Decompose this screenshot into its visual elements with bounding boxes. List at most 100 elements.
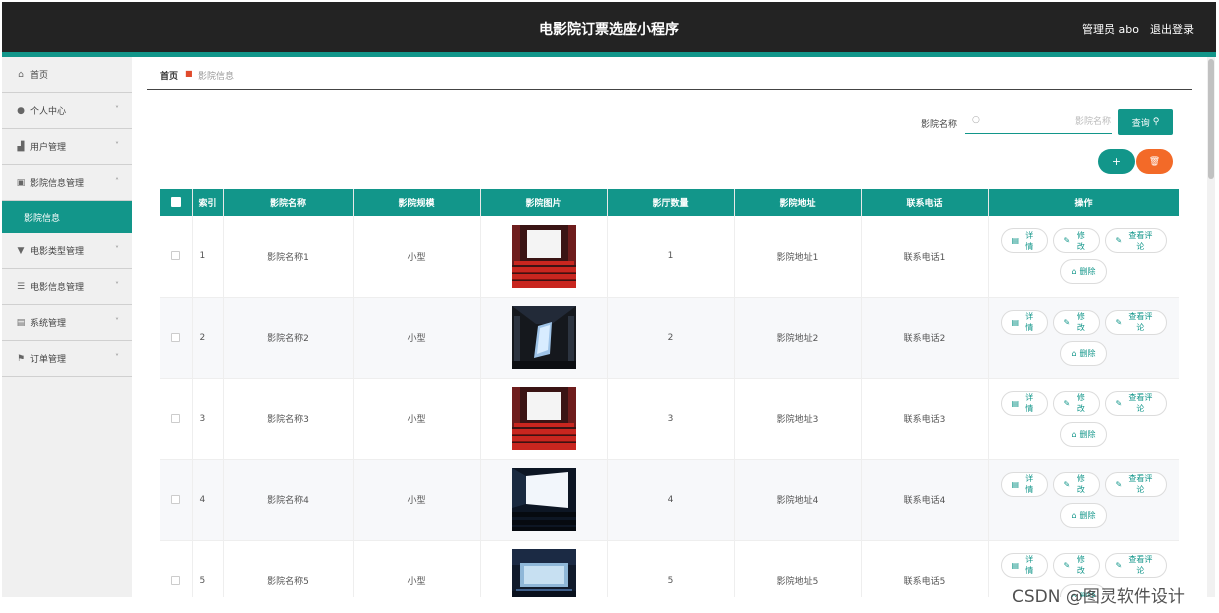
add-button[interactable]: + — [1098, 149, 1135, 174]
cell-name: 影院名称1 — [223, 216, 354, 298]
cinema-thumbnail[interactable] — [511, 224, 576, 288]
sidebar-subitem-cinema-info[interactable]: 影院信息 — [2, 201, 132, 233]
cell-index: 5 — [192, 540, 224, 597]
pencil-icon: ✎ — [1063, 236, 1071, 246]
table-row: 3 影院名称3 小型 3 影院地址3 联系电话3 ▤ 详情 ✎ 修改 ✎ 查看评论 ⌂ 删除 — [160, 378, 1179, 460]
sidebar-item-home[interactable]: ⌂ 首页 — [2, 57, 132, 93]
row-checkbox[interactable] — [160, 297, 193, 379]
column-header: 影院规模 — [353, 189, 481, 216]
sidebar-item-user-management[interactable]: ▟ 用户管理 ˅ — [2, 129, 132, 165]
query-button[interactable]: 查询 ⚲ — [1118, 109, 1173, 135]
sidebar-item-movie-type-management[interactable]: ▼ 电影类型管理 ˅ — [2, 233, 132, 269]
cinema-thumbnail[interactable] — [511, 549, 576, 597]
detail-icon: ▤ — [1011, 317, 1020, 327]
cell-index: 4 — [192, 459, 224, 541]
detail-icon: ▤ — [1011, 560, 1020, 570]
sidebar-item-label: 影院信息管理 — [30, 179, 85, 189]
row-checkbox[interactable] — [160, 540, 193, 597]
breadcrumb-separator-icon: ■ — [185, 69, 193, 78]
pencil-icon: ✎ — [1115, 560, 1123, 570]
cell-actions: ▤ 详情 ✎ 修改 ✎ 查看评论 ⌂ 删除 — [988, 459, 1179, 541]
select-all-checkbox[interactable] — [160, 189, 193, 216]
delete-button[interactable]: ⌂ 删除 — [1060, 259, 1107, 285]
view-comments-button[interactable]: ✎ 查看评论 — [1104, 390, 1167, 416]
cell-image — [480, 297, 608, 379]
view-comments-button[interactable]: ✎ 查看评论 — [1104, 309, 1167, 335]
top-header: 电影院订票选座小程序 管理员 abo 退出登录 — [2, 2, 1216, 52]
edit-button[interactable]: ✎ 修改 — [1052, 228, 1100, 254]
page-scrollbar[interactable] — [1207, 57, 1215, 597]
pencil-icon: ✎ — [1115, 479, 1123, 489]
cell-actions: ▤ 详情 ✎ 修改 ✎ 查看评论 ⌂ 删除 — [988, 378, 1179, 460]
column-header: 影厅数量 — [607, 189, 735, 216]
trash-icon: ⌂ — [1071, 429, 1077, 439]
edit-button[interactable]: ✎ 修改 — [1052, 309, 1100, 335]
sidebar-item-system-management[interactable]: ▤ 系统管理 ˅ — [2, 305, 132, 341]
cell-actions: ▤ 详情 ✎ 修改 ✎ 查看评论 ⌂ 删除 — [988, 216, 1179, 298]
delete-button[interactable]: ⌂ 删除 — [1060, 421, 1107, 447]
edit-button[interactable]: ✎ 修改 — [1052, 390, 1100, 416]
cinema-thumbnail[interactable] — [511, 387, 576, 450]
chevron-down-icon: ˅ — [115, 105, 119, 114]
detail-button[interactable]: ▤ 详情 — [1000, 552, 1048, 578]
trash-icon: 🗑 — [1148, 156, 1161, 167]
sidebar-item-personal-center[interactable]: ● 个人中心 ˅ — [2, 93, 132, 129]
cell-address: 影院地址5 — [734, 540, 862, 597]
search-icon: ⚲ — [1152, 117, 1160, 127]
sidebar-item-label: 首页 — [30, 71, 49, 81]
chevron-up-icon: ˄ — [115, 177, 119, 186]
cell-name: 影院名称5 — [223, 540, 354, 597]
cell-scale: 小型 — [353, 540, 481, 597]
batch-delete-button[interactable]: 🗑 — [1136, 149, 1173, 174]
cell-phone: 联系电话1 — [861, 216, 989, 298]
pencil-icon: ✎ — [1063, 398, 1071, 408]
edit-button[interactable]: ✎ 修改 — [1052, 552, 1100, 578]
cinema-thumbnail[interactable] — [511, 468, 576, 531]
detail-button[interactable]: ▤ 详情 — [1000, 390, 1048, 416]
pencil-icon: ✎ — [1063, 479, 1071, 489]
sidebar: ⌂ 首页 ● 个人中心 ˅ ▟ 用户管理 ˅ ▣ 影院信息管理 ˄ 影院信息 ▼… — [2, 57, 132, 597]
trash-icon: ⌂ — [1071, 267, 1077, 277]
edit-button[interactable]: ✎ 修改 — [1052, 471, 1100, 497]
sidebar-item-cinema-info-management[interactable]: ▣ 影院信息管理 ˄ — [2, 165, 132, 201]
scrollbar-thumb[interactable] — [1208, 59, 1214, 179]
sidebar-item-order-management[interactable]: ⚑ 订单管理 ˅ — [2, 341, 132, 377]
row-checkbox[interactable] — [160, 216, 193, 298]
sliders-icon: ☰ — [16, 281, 26, 292]
detail-button[interactable]: ▤ 详情 — [1000, 309, 1048, 335]
sidebar-item-label: 电影类型管理 — [30, 247, 85, 257]
cell-scale: 小型 — [353, 297, 481, 379]
watermark: CSDN @图灵软件设计 — [1012, 587, 1185, 607]
cell-actions: ▤ 详情 ✎ 修改 ✎ 查看评论 ⌂ 删除 — [988, 297, 1179, 379]
search-input[interactable] — [983, 112, 1111, 132]
view-comments-button[interactable]: ✎ 查看评论 — [1104, 228, 1167, 254]
breadcrumb-home[interactable]: 首页 — [160, 69, 178, 82]
view-comments-button[interactable]: ✎ 查看评论 — [1104, 471, 1167, 497]
header-accent-line — [2, 52, 1216, 57]
detail-button[interactable]: ▤ 详情 — [1000, 228, 1048, 254]
column-header: 联系电话 — [861, 189, 989, 216]
sidebar-subitem-label: 影院信息 — [24, 213, 61, 224]
column-header: 影院图片 — [480, 189, 608, 216]
logout-button[interactable]: 退出登录 — [1150, 21, 1194, 37]
detail-button[interactable]: ▤ 详情 — [1000, 471, 1048, 497]
breadcrumb-divider — [147, 89, 1192, 90]
row-checkbox[interactable] — [160, 459, 193, 541]
view-comments-button[interactable]: ✎ 查看评论 — [1104, 552, 1167, 578]
detail-icon: ▤ — [1011, 398, 1020, 408]
cinema-table: 索引 影院名称 影院规模 影院图片 影厅数量 影院地址 联系电话 操作 1 影院名… — [160, 189, 1179, 597]
pencil-icon: ✎ — [1063, 560, 1071, 570]
sidebar-item-movie-info-management[interactable]: ☰ 电影信息管理 ˅ — [2, 269, 132, 305]
cell-scale: 小型 — [353, 378, 481, 460]
tag-icon: ▼ — [17, 245, 25, 256]
admin-label: 管理员 abo — [1082, 23, 1139, 36]
app-title: 电影院订票选座小程序 — [539, 22, 679, 38]
delete-button[interactable]: ⌂ 删除 — [1060, 340, 1107, 366]
cinema-thumbnail[interactable] — [511, 306, 576, 369]
cell-index: 1 — [192, 216, 224, 298]
cell-image — [480, 540, 608, 597]
cell-image — [480, 378, 608, 460]
delete-button[interactable]: ⌂ 删除 — [1060, 502, 1107, 528]
cell-address: 影院地址1 — [734, 216, 862, 298]
row-checkbox[interactable] — [160, 378, 193, 460]
